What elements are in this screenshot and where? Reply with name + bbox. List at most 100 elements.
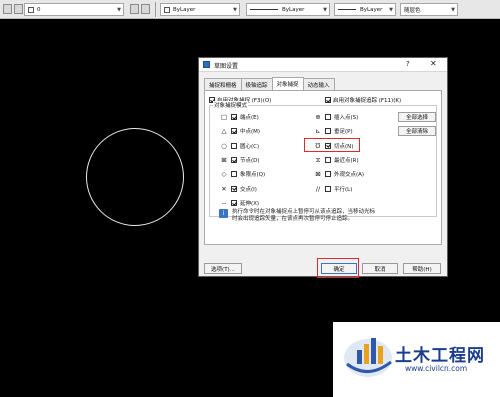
make-current-layer-icon[interactable] bbox=[130, 4, 139, 14]
snap-mode-row[interactable]: △ 中点(M) bbox=[220, 126, 261, 136]
checkbox-icon bbox=[325, 97, 331, 103]
snap-symbol-icon: ⊾ bbox=[315, 127, 321, 136]
color-swatch-icon bbox=[164, 6, 170, 13]
snap-mode-row[interactable]: // 平行(L) bbox=[314, 184, 353, 194]
tab-2[interactable]: 极轴追踪 bbox=[240, 78, 273, 90]
tracking-hint: i 执行命令时在对象捕捉点上暂停可从该点追踪，当移动光标时会出现追踪矢量，在该点… bbox=[219, 209, 379, 223]
drawn-circle[interactable] bbox=[86, 128, 184, 226]
snap-mode-label: 外观交点(A) bbox=[334, 172, 365, 179]
drafting-settings-dialog: 草图设置 ? ✕ 捕捉和栅格极轴追踪对象捕捉动态输入 启用对象捕捉 (F3)(O… bbox=[198, 57, 448, 278]
lineweight-swatch-icon bbox=[338, 9, 356, 10]
help-icon[interactable]: ? bbox=[406, 60, 410, 68]
snap-mode-label: 中点(M) bbox=[240, 129, 261, 136]
checkbox-icon[interactable] bbox=[231, 142, 237, 149]
color-dropdown[interactable]: ByLayer ▼ bbox=[160, 3, 240, 16]
linetype-swatch-icon bbox=[250, 9, 278, 10]
checkbox-icon[interactable] bbox=[325, 156, 331, 163]
snap-mode-label: 插入点(S) bbox=[334, 115, 359, 121]
toolbar-divider bbox=[155, 2, 156, 17]
plotstyle-dropdown[interactable]: 随层色 ▼ bbox=[400, 3, 458, 16]
chevron-down-icon: ▼ bbox=[117, 7, 121, 13]
snap-mode-row[interactable]: ⊕ 插入点(S) bbox=[314, 112, 358, 122]
snap-symbol-icon: ⊠ bbox=[221, 155, 227, 164]
checkbox-icon[interactable] bbox=[231, 156, 237, 163]
snap-mode-row[interactable]: ⧖ 最近点(R) bbox=[314, 155, 359, 165]
chevron-down-icon: ▼ bbox=[451, 7, 455, 13]
plotstyle-value: 随层色 bbox=[404, 7, 421, 14]
snap-symbol-icon: △ bbox=[221, 127, 227, 136]
snap-mode-row[interactable]: ○ 圆心(C) bbox=[220, 141, 259, 151]
snap-mode-row[interactable]: □ 端点(E) bbox=[220, 112, 259, 122]
hint-text: 执行命令时在对象捕捉点上暂停可从该点追踪，当移动光标时会出现追踪矢量，在该点再次… bbox=[232, 209, 376, 222]
chevron-down-icon: ▼ bbox=[323, 7, 327, 13]
snap-symbol-icon: ℧ bbox=[315, 141, 321, 150]
snap-symbol-icon: □ bbox=[220, 113, 228, 121]
snap-mode-label: 交点(I) bbox=[240, 186, 257, 193]
snap-modes-legend: 对象捕捉模式 bbox=[213, 101, 249, 109]
info-icon: i bbox=[219, 209, 228, 218]
checkbox-icon[interactable] bbox=[231, 114, 237, 120]
cancel-button[interactable]: 取消 bbox=[362, 263, 398, 274]
snap-symbol-icon: ⧖ bbox=[315, 155, 321, 164]
snap-mode-row[interactable]: ✕ 交点(I) bbox=[220, 184, 257, 194]
checkbox-icon[interactable] bbox=[231, 185, 237, 192]
linetype-dropdown[interactable]: ByLayer ▼ bbox=[246, 3, 330, 16]
snap-mode-row[interactable]: ◇ 象限点(Q) bbox=[220, 169, 266, 179]
snap-symbol-icon: ◇ bbox=[221, 170, 227, 179]
layer-freeze-icon[interactable] bbox=[14, 4, 23, 14]
dialog-titlebar[interactable]: 草图设置 ? ✕ bbox=[199, 58, 447, 72]
close-icon[interactable]: ✕ bbox=[430, 59, 437, 68]
ok-button[interactable]: 确定 bbox=[321, 263, 357, 274]
layer-previous-icon[interactable] bbox=[141, 4, 150, 14]
checkbox-icon[interactable] bbox=[231, 128, 237, 135]
snap-mode-label: 圆心(C) bbox=[240, 143, 260, 150]
color-bylayer-label: ByLayer bbox=[173, 6, 196, 13]
checkbox-icon[interactable] bbox=[325, 171, 331, 178]
app-icon bbox=[203, 61, 210, 68]
linetype-bylayer-label: ByLayer bbox=[282, 6, 305, 13]
snap-mode-label: 最近点(R) bbox=[334, 157, 359, 164]
snap-mode-label: 节点(D) bbox=[240, 157, 260, 164]
civilcn-logo-icon bbox=[344, 338, 392, 377]
layer-value: 0 bbox=[37, 6, 41, 13]
checkbox-icon[interactable] bbox=[325, 185, 331, 192]
clear-all-button[interactable]: 全部清除 bbox=[398, 126, 436, 136]
snap-symbol-icon: ⊠ bbox=[315, 170, 321, 179]
watermark-title: 土木工程网 bbox=[395, 346, 485, 366]
snap-mode-row[interactable]: ⊠ 外观交点(A) bbox=[314, 169, 364, 179]
snap-mode-row[interactable]: ⊾ 垂足(P) bbox=[314, 126, 353, 136]
snap-mode-row[interactable]: -- 延伸(X) bbox=[220, 198, 259, 208]
lineweight-dropdown[interactable]: ByLayer ▼ bbox=[334, 3, 396, 16]
checkbox-icon[interactable] bbox=[325, 142, 331, 149]
checkbox-icon[interactable] bbox=[231, 199, 237, 206]
snap-mode-label: 垂足(P) bbox=[334, 129, 353, 136]
tab-4[interactable]: 动态输入 bbox=[302, 78, 335, 90]
snap-mode-row[interactable]: ⊠ 节点(D) bbox=[220, 155, 260, 165]
snap-mode-label: 端点(E) bbox=[240, 115, 259, 121]
snap-mode-label: 切点(N) bbox=[334, 143, 354, 150]
chevron-down-icon: ▼ bbox=[233, 7, 237, 13]
snap-symbol-icon: // bbox=[315, 184, 321, 193]
snap-mode-label: 延伸(X) bbox=[240, 200, 260, 207]
checkbox-icon[interactable] bbox=[325, 128, 331, 135]
checkbox-icon[interactable] bbox=[325, 114, 331, 120]
watermark-url: www.civilcn.com bbox=[405, 364, 468, 373]
select-all-button[interactable]: 全部选择 bbox=[398, 112, 436, 122]
tab-3[interactable]: 对象捕捉 bbox=[271, 77, 304, 90]
dialog-title: 草图设置 bbox=[214, 63, 239, 70]
snap-mode-row[interactable]: ℧ 切点(N) bbox=[314, 141, 354, 151]
snap-symbol-icon: ⊕ bbox=[315, 113, 321, 121]
tab-strip: 捕捉和栅格 极轴追踪 对象捕捉 动态输入 bbox=[204, 77, 335, 90]
help-button[interactable]: 帮助(H) bbox=[403, 263, 441, 274]
layer-dropdown[interactable]: 0 ▼ bbox=[24, 3, 124, 16]
layer-color-icon bbox=[28, 6, 34, 13]
properties-toolbar: 0 ▼ ByLayer ▼ ByLayer ▼ ByLayer ▼ 随层色 ▼ bbox=[0, 0, 500, 19]
snap-symbol-icon: ✕ bbox=[221, 184, 227, 193]
checkbox-icon[interactable] bbox=[231, 171, 237, 178]
lineweight-bylayer-label: ByLayer bbox=[360, 6, 383, 13]
snap-mode-label: 平行(L) bbox=[334, 186, 353, 193]
tab-1[interactable]: 捕捉和栅格 bbox=[204, 78, 242, 90]
options-button[interactable]: 选项(T)... bbox=[204, 263, 242, 274]
enable-tracking-checkbox[interactable]: 启用对象捕捉追踪 (F11)(K) bbox=[325, 96, 401, 104]
layer-state-icon[interactable] bbox=[3, 4, 12, 14]
